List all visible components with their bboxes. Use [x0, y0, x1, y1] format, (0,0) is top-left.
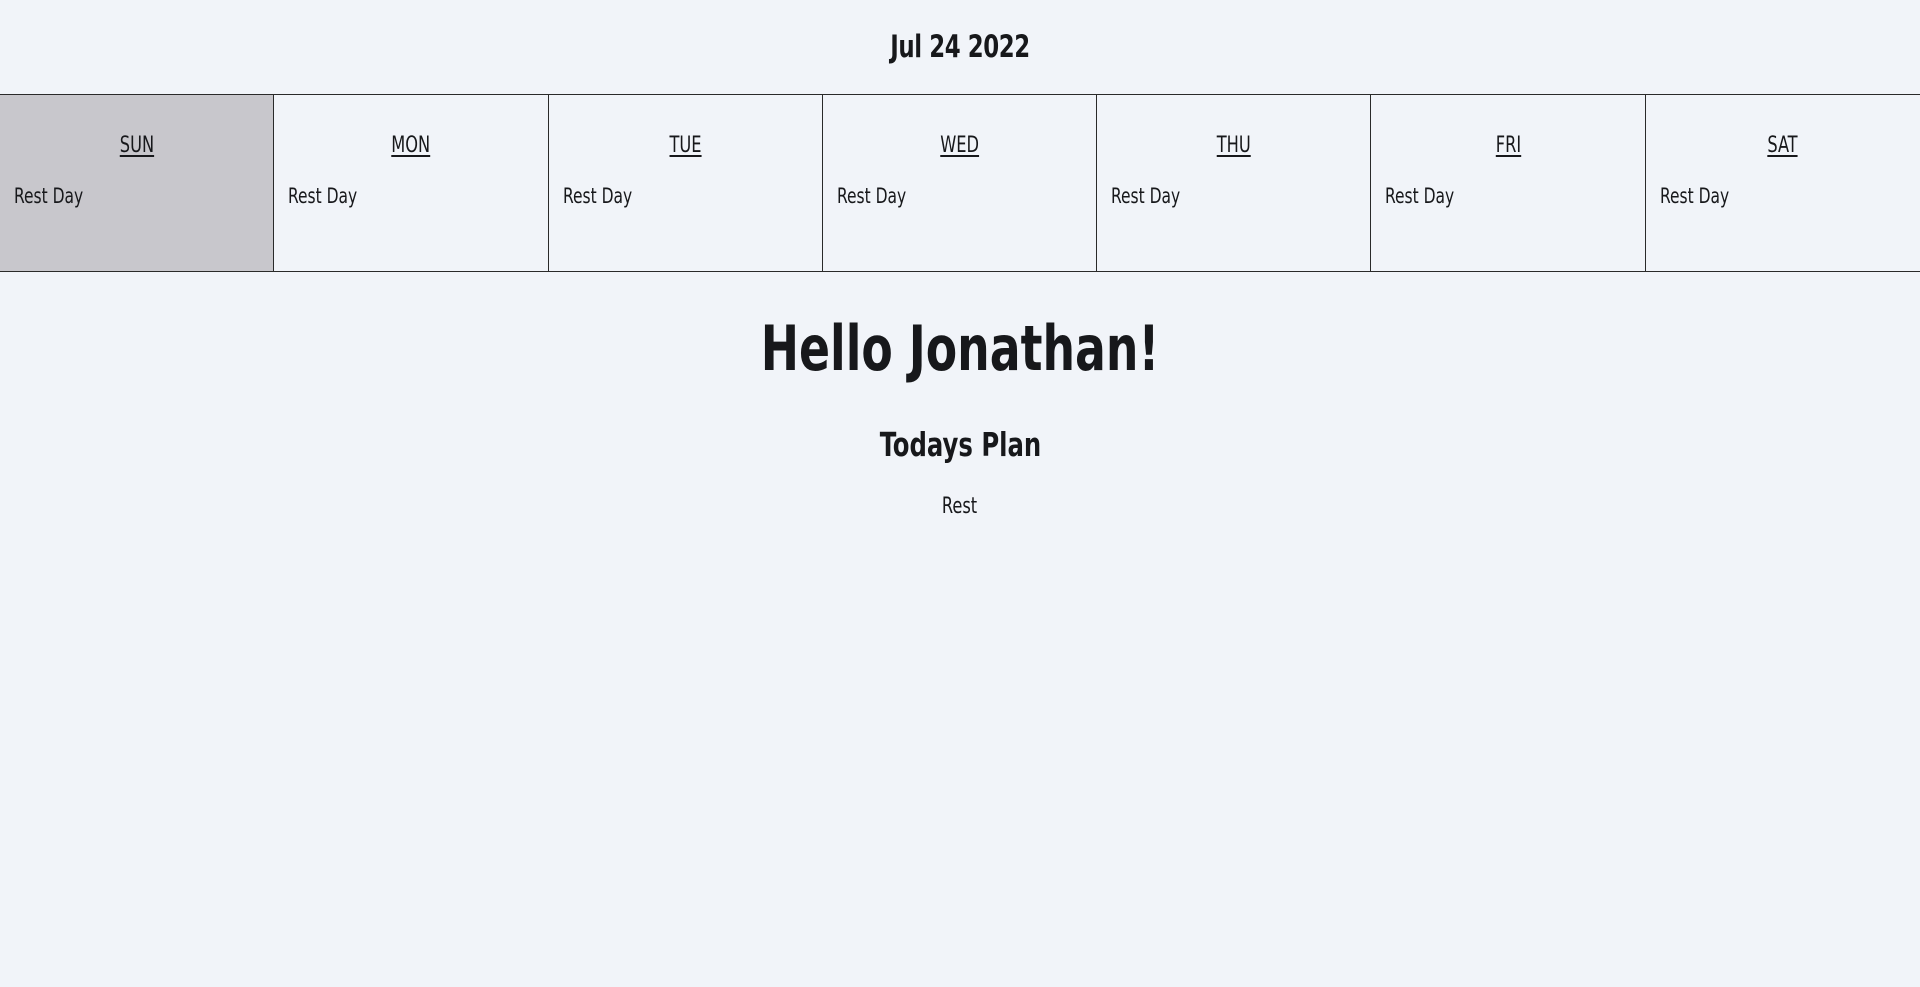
day-name[interactable]: SUN — [119, 133, 153, 158]
day-cell-mon[interactable]: MON Rest Day — [274, 95, 549, 271]
day-name[interactable]: MON — [391, 133, 430, 158]
todays-plan-text: Rest — [0, 496, 1920, 518]
day-plan: Rest Day — [288, 184, 358, 208]
day-name[interactable]: SAT — [1768, 133, 1798, 158]
day-plan: Rest Day — [836, 184, 907, 208]
day-cell-tue[interactable]: TUE Rest Day — [549, 95, 823, 271]
day-plan: Rest Day — [562, 184, 632, 208]
plan-text: Rest — [942, 494, 978, 519]
day-name[interactable]: WED — [940, 133, 979, 158]
greeting-text: Hello Jonathan! — [760, 312, 1160, 385]
greeting-heading: Hello Jonathan! — [0, 318, 1920, 380]
day-name[interactable]: THU — [1217, 133, 1251, 158]
day-cell-thu[interactable]: THU Rest Day — [1097, 95, 1372, 271]
date-header: Jul 24 2022 — [0, 0, 1920, 95]
day-name[interactable]: FRI — [1495, 133, 1520, 158]
day-cell-sun[interactable]: SUN Rest Day — [0, 95, 275, 271]
day-plan: Rest Day — [1659, 184, 1729, 208]
day-name[interactable]: TUE — [669, 133, 701, 158]
day-plan: Rest Day — [1111, 184, 1181, 208]
week-calendar: SUN Rest Day MON Rest Day TUE Rest Day W… — [0, 95, 1920, 272]
todays-plan-heading: Todays Plan — [0, 428, 1920, 461]
day-cell-fri[interactable]: FRI Rest Day — [1371, 95, 1646, 271]
day-plan: Rest Day — [14, 184, 84, 208]
day-cell-wed[interactable]: WED Rest Day — [823, 95, 1098, 271]
day-cell-sat[interactable]: SAT Rest Day — [1646, 95, 1920, 271]
day-plan: Rest Day — [1385, 184, 1455, 208]
current-date: Jul 24 2022 — [890, 29, 1030, 65]
plan-title-text: Todays Plan — [879, 425, 1041, 464]
